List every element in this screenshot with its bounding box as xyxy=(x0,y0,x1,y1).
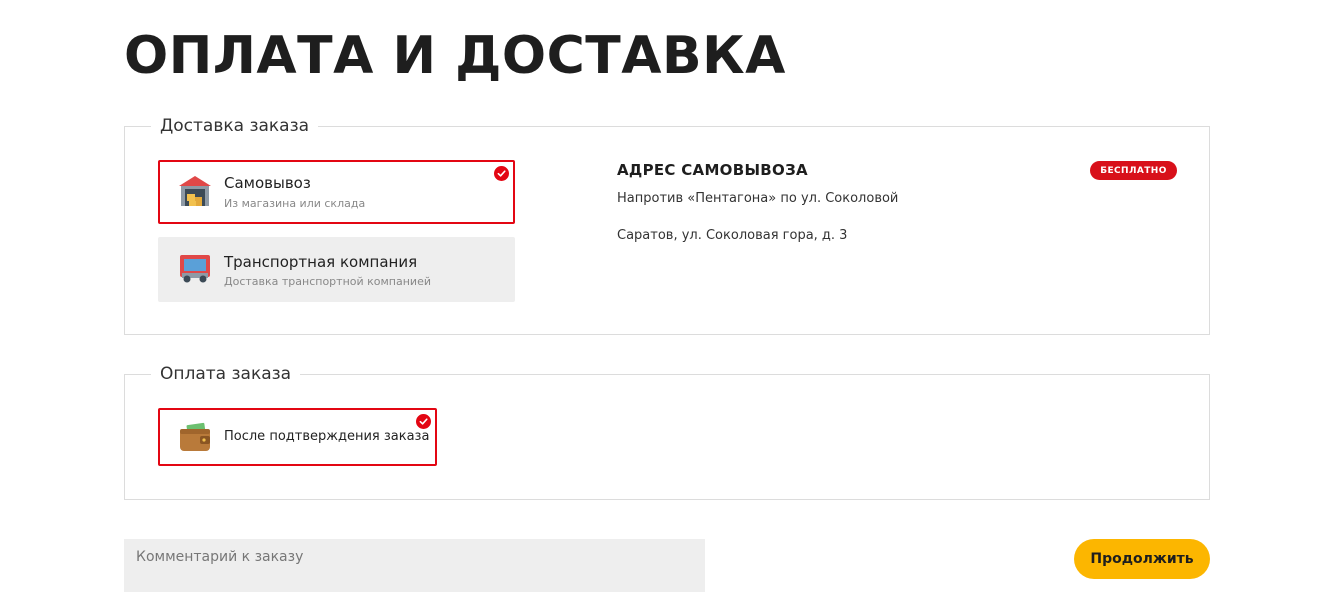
option-subtitle: Доставка транспортной компанией xyxy=(224,275,431,288)
check-icon xyxy=(494,166,509,181)
payment-legend: Оплата заказа xyxy=(160,364,292,384)
payment-option-after-confirmation[interactable]: После подтверждения заказа xyxy=(158,408,437,466)
delivery-legend: Доставка заказа xyxy=(160,116,310,136)
warehouse-icon xyxy=(179,176,211,206)
option-title: Транспортная компания xyxy=(224,253,418,271)
option-subtitle: Из магазина или склада xyxy=(224,197,366,210)
truck-icon xyxy=(180,255,210,283)
pickup-address-title: АДРЕС САМОВЫВОЗА xyxy=(617,161,808,179)
checkout-page: ОПЛАТА И ДОСТАВКА Доставка заказа Самовы… xyxy=(0,0,1340,592)
continue-button[interactable]: Продолжить xyxy=(1074,539,1210,579)
free-badge: БЕСПЛАТНО xyxy=(1090,161,1177,180)
delivery-option-pickup[interactable]: Самовывоз Из магазина или склада xyxy=(158,160,515,224)
page-title: ОПЛАТА И ДОСТАВКА xyxy=(124,26,786,86)
option-title: После подтверждения заказа xyxy=(224,429,430,444)
pickup-address-line: Напротив «Пентагона» по ул. Соколовой xyxy=(617,191,899,206)
pickup-address-line: Саратов, ул. Соколовая гора, д. 3 xyxy=(617,228,848,243)
delivery-section: Доставка заказа xyxy=(124,116,1210,335)
order-comment-field[interactable] xyxy=(124,539,705,592)
check-icon xyxy=(416,414,431,429)
delivery-option-transport[interactable]: Транспортная компания Доставка транспорт… xyxy=(158,237,515,302)
wallet-icon xyxy=(180,422,210,451)
option-title: Самовывоз xyxy=(224,174,311,192)
